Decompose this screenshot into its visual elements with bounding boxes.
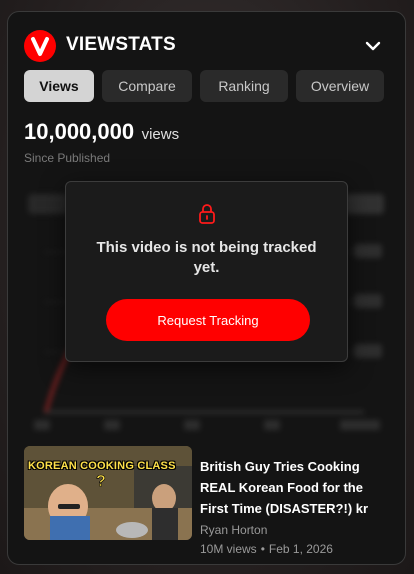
thumbnail-text: KOREAN COOKING CLASS: [28, 460, 176, 472]
chart-axis-tick: [354, 294, 382, 308]
tab-bar: Views Compare Ranking Overview: [24, 70, 392, 102]
chart-axis-tick: [264, 420, 280, 430]
tab-views[interactable]: Views: [24, 70, 94, 102]
tab-compare[interactable]: Compare: [102, 70, 192, 102]
video-meta: 10M views • Feb 1, 2026: [200, 542, 333, 556]
chart-range-chip-active: [344, 194, 384, 214]
video-thumbnail[interactable]: ? KOREAN COOKING CLASS: [24, 446, 192, 540]
lock-icon: [199, 204, 215, 224]
chart-axis-tick: [104, 420, 120, 430]
chevron-down-icon: [365, 41, 381, 51]
app-title: VIEWSTATS: [66, 34, 176, 55]
not-tracked-message: This video is not being tracked yet.: [96, 239, 317, 276]
viewstats-logo: [24, 30, 56, 62]
not-tracked-dialog: This video is not being tracked yet. Req…: [65, 181, 348, 362]
chart-axis-tick: [340, 420, 380, 430]
chart-axis-tick: [354, 344, 382, 358]
views-stat: 10,000,000 views: [24, 119, 179, 145]
views-unit: views: [141, 126, 180, 143]
views-count: 10,000,000: [24, 119, 135, 144]
video-channel[interactable]: Ryan Horton: [200, 523, 267, 537]
svg-text:?: ?: [96, 473, 106, 490]
tab-ranking[interactable]: Ranking: [200, 70, 288, 102]
collapse-button[interactable]: [361, 34, 385, 58]
chart-range-chip: [28, 194, 68, 214]
views-subtitle: Since Published: [24, 151, 111, 165]
viewstats-panel: VIEWSTATS Views Compare Ranking Overview…: [7, 11, 406, 565]
video-title[interactable]: British Guy Tries Cooking REAL Korean Fo…: [200, 456, 386, 519]
chart-axis-tick: [354, 244, 382, 258]
video-card: ? KOREAN COOKING CLASS British Guy Tries…: [24, 446, 392, 556]
tab-overview[interactable]: Overview: [296, 70, 384, 102]
panel-header: VIEWSTATS: [24, 30, 389, 62]
video-views: 10M views: [200, 542, 257, 556]
meta-separator: •: [260, 542, 265, 556]
video-date: Feb 1, 2026: [268, 542, 333, 556]
logo-v-icon: [31, 37, 49, 56]
chart-axis-tick: [184, 420, 200, 430]
chart-axis-tick: [34, 420, 50, 430]
request-tracking-button[interactable]: Request Tracking: [106, 299, 310, 341]
